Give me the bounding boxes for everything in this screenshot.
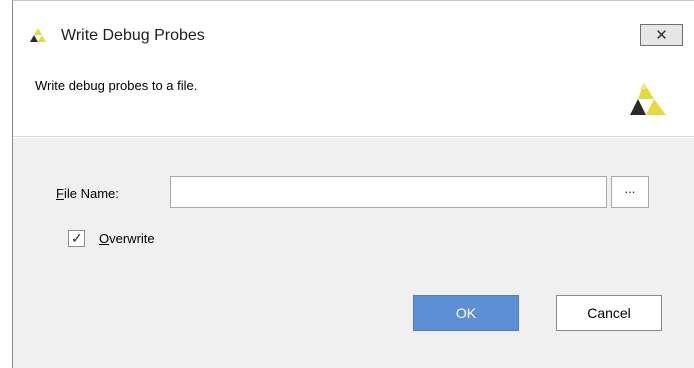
title-bar[interactable]: Write Debug Probes ✕ (13, 1, 694, 46)
dialog-description: Write debug probes to a file. (35, 78, 198, 93)
window-title: Write Debug Probes (61, 27, 205, 44)
file-name-label-text: ile Name: (63, 186, 119, 201)
vivado-logo-icon (30, 28, 46, 42)
overwrite-checkbox[interactable]: ✓ (68, 230, 85, 247)
cancel-button[interactable]: Cancel (556, 295, 662, 331)
browse-button[interactable]: ... (611, 176, 649, 208)
file-name-mnemonic: F (56, 186, 64, 201)
checkmark-icon: ✓ (71, 230, 83, 246)
overwrite-mnemonic: O (99, 231, 110, 246)
close-button[interactable]: ✕ (640, 24, 683, 46)
overwrite-label-text: verwrite (109, 231, 155, 246)
file-name-label: File Name: (56, 186, 119, 201)
file-name-input[interactable] (170, 176, 607, 208)
dialog-window: Write Debug Probes ✕ Write debug probes … (12, 0, 694, 368)
dialog-header: Write debug probes to a file. (13, 60, 694, 137)
overwrite-label[interactable]: Overwrite (99, 231, 155, 246)
vivado-logo-icon (630, 83, 666, 115)
ok-button[interactable]: OK (413, 295, 519, 331)
close-icon: ✕ (655, 27, 668, 44)
dialog-content: File Name: ... ✓ Overwrite OK Cancel (13, 138, 694, 368)
